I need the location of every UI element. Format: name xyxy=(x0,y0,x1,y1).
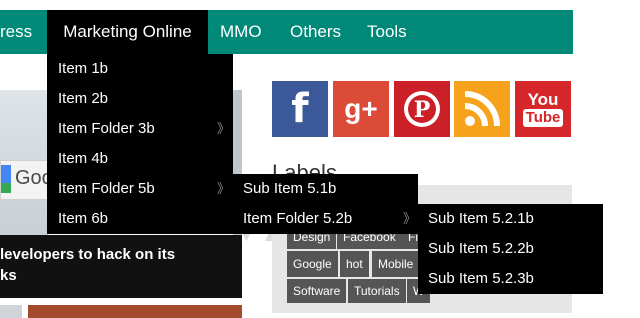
dropdown-item-1b[interactable]: Item 1b xyxy=(47,54,233,84)
tag-tutorials[interactable]: Tutorials xyxy=(348,279,406,303)
dropdown-item-folder-3b[interactable]: Item Folder 3b xyxy=(47,114,233,144)
google-plus-glyph: g+ xyxy=(344,93,378,124)
submenu-folder-5-2b: Sub Item 5.2.1b Sub Item 5.2.2b Sub Item… xyxy=(418,204,603,294)
submenu-item-folder-5-2b[interactable]: Item Folder 5.2b xyxy=(233,204,418,234)
chevron-right-icon: 》 xyxy=(403,211,417,226)
blog-post-title-line2[interactable]: ks xyxy=(0,265,242,286)
blog-post-title-line1[interactable]: levelopers to hack on its xyxy=(0,244,242,265)
submenu-item-5-2-2b[interactable]: Sub Item 5.2.2b xyxy=(418,234,603,264)
google-logo-text: Goo xyxy=(15,167,50,189)
youtube-you-text: You xyxy=(527,90,559,109)
dropdown-item-2b[interactable]: Item 2b xyxy=(47,84,233,114)
google-logo-card: Goo xyxy=(0,160,50,200)
tag-hot[interactable]: hot xyxy=(340,251,369,277)
post-thumbnail-small[interactable] xyxy=(0,305,22,318)
blog-post-title[interactable]: levelopers to hack on its ks xyxy=(0,244,242,286)
submenu-folder-5b: Sub Item 5.1b Item Folder 5.2b 》 xyxy=(233,174,418,234)
submenu-item-5-2-1b[interactable]: Sub Item 5.2.1b xyxy=(418,204,603,234)
nav-item-others[interactable]: Others xyxy=(290,10,341,54)
nav-item-mmo[interactable]: MMO xyxy=(220,10,262,54)
pinterest-glyph: P xyxy=(404,91,440,127)
submenu-item-5-1b[interactable]: Sub Item 5.1b xyxy=(233,174,418,204)
youtube-icon[interactable]: You Tube xyxy=(515,81,571,137)
rss-icon[interactable] xyxy=(454,81,510,137)
rss-glyph xyxy=(464,91,500,127)
svg-text:P: P xyxy=(414,97,431,123)
youtube-tube-text: Tube xyxy=(522,109,564,127)
dropdown-item-4b[interactable]: Item 4b xyxy=(47,144,233,174)
chevron-right-icon: 》 xyxy=(217,181,231,196)
tag-google[interactable]: Google xyxy=(287,251,338,277)
submenu-item-5-2-3b[interactable]: Sub Item 5.2.3b xyxy=(418,264,603,294)
google-plus-icon[interactable]: g+ xyxy=(333,81,389,137)
facebook-glyph: f xyxy=(291,86,309,132)
top-navbar: ress Marketing Online MMO Others Tools xyxy=(0,10,573,54)
nav-item-tools[interactable]: Tools xyxy=(367,10,407,54)
nav-item-marketing-online[interactable]: Marketing Online xyxy=(47,10,208,54)
chevron-right-icon: 》 xyxy=(217,121,231,136)
tag-mobile[interactable]: Mobile xyxy=(372,251,420,277)
dropdown-item-6b[interactable]: Item 6b xyxy=(47,204,233,234)
dropdown-menu: Item 1b Item 2b Item Folder 3b 》 Item 4b… xyxy=(47,54,233,234)
google-logo-green-icon xyxy=(1,183,11,193)
post-thumbnail-wide[interactable] xyxy=(28,305,242,318)
tag-software[interactable]: Software xyxy=(287,279,347,303)
facebook-icon[interactable]: f xyxy=(272,81,328,137)
nav-item-wordpress[interactable]: ress xyxy=(0,10,40,54)
dropdown-item-folder-5b[interactable]: Item Folder 5b xyxy=(47,174,233,204)
pinterest-icon[interactable]: P xyxy=(394,81,450,137)
